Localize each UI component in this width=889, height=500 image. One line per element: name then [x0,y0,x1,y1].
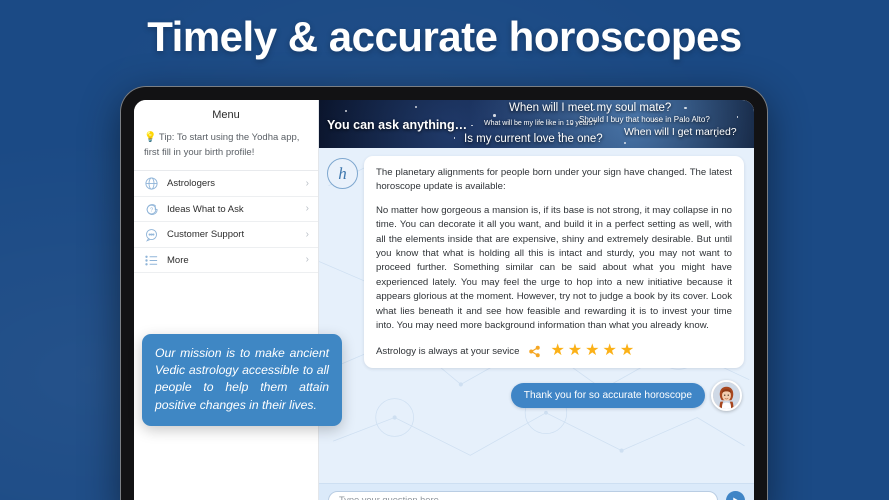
chevron-right-icon: › [305,254,309,266]
tablet-device-frame: Menu 💡 Tip: To start using the Yodha app… [120,86,768,500]
chat-panel: You can ask anything… When will I meet m… [319,100,754,500]
user-message-row: Thank you for so accurate horoscope [327,380,744,412]
chat-message-list[interactable]: h The planetary alignments for people bo… [319,148,754,483]
sidebar-tip-text: Tip: To start using the Yodha app, first… [144,132,300,158]
chat-input-bar: Type your question here [319,483,754,500]
lightbulb-icon: 💡 [144,132,157,143]
bot-signature: Astrology is always at your sevice [376,345,520,357]
sidebar-item-label: Astrologers [167,178,216,190]
list-icon [144,253,159,268]
star-icon[interactable]: ★ [585,343,599,359]
app-screen: Menu 💡 Tip: To start using the Yodha app… [134,100,754,500]
svg-text:?: ? [150,207,153,213]
sidebar-item-label: More [167,254,189,266]
bot-message-paragraph-2: No matter how gorgeous a mansion is, if … [376,204,732,331]
bot-message-footer: Astrology is always at your sevice ★ ★ ★… [376,343,732,359]
user-message-bubble: Thank you for so accurate horoscope [510,383,705,409]
banner-question-4: When will I get married? [624,126,737,138]
chevron-right-icon: › [305,177,309,189]
sidebar-item-customer-support[interactable]: Customer Support › [134,222,318,248]
star-icon[interactable]: ★ [550,343,564,359]
sidebar-menu-list: Astrologers › ? Ideas What to Ask › Cust… [134,171,318,274]
sidebar-item-more[interactable]: More › [134,248,318,274]
question-bubble-icon: ? [144,202,159,217]
sidebar: Menu 💡 Tip: To start using the Yodha app… [134,100,319,500]
rating-stars[interactable]: ★ ★ ★ ★ ★ [550,343,634,359]
sidebar-tip: 💡 Tip: To start using the Yodha app, fir… [134,131,318,172]
sidebar-item-astrologers[interactable]: Astrologers › [134,171,318,197]
mission-callout: Our mission is to make ancient Vedic ast… [142,333,342,426]
bot-message-row: h The planetary alignments for people bo… [327,156,744,369]
page-title: Timely & accurate horoscopes [147,13,742,60]
bot-avatar: h [327,158,358,189]
promo-screenshot: Timely & accurate horoscopes Menu 💡 Tip:… [0,0,889,500]
bot-message-paragraph-1: The planetary alignments for people born… [376,167,732,193]
chevron-right-icon: › [305,228,309,240]
banner-question-1: When will I meet my soul mate? [509,102,672,114]
chat-input-field[interactable]: Type your question here [328,490,718,500]
sidebar-item-ideas-what-to-ask[interactable]: ? Ideas What to Ask › [134,197,318,223]
sidebar-item-label: Customer Support [167,229,245,241]
chevron-right-icon: › [305,203,309,215]
banner-headline: You can ask anything… [327,118,468,132]
banner-question-3: What will be my life like in 10 years? [484,120,597,127]
bot-message-bubble: The planetary alignments for people born… [364,156,744,369]
support-bubble-icon [144,227,159,242]
share-icon[interactable] [528,345,541,358]
star-icon[interactable]: ★ [568,343,582,359]
banner-question-5: Is my current love the one? [464,133,603,145]
star-icon[interactable]: ★ [620,343,634,359]
star-icon[interactable]: ★ [602,343,616,359]
send-play-icon [731,496,740,500]
astrologer-globe-icon [144,176,159,191]
sidebar-title: Menu [212,109,240,121]
user-avatar[interactable] [711,380,742,412]
ask-anything-banner: You can ask anything… When will I meet m… [319,100,754,148]
send-button[interactable] [726,490,745,500]
banner-question-2: Should I buy that house in Palo Alto? [579,115,710,124]
sidebar-item-label: Ideas What to Ask [167,203,244,215]
